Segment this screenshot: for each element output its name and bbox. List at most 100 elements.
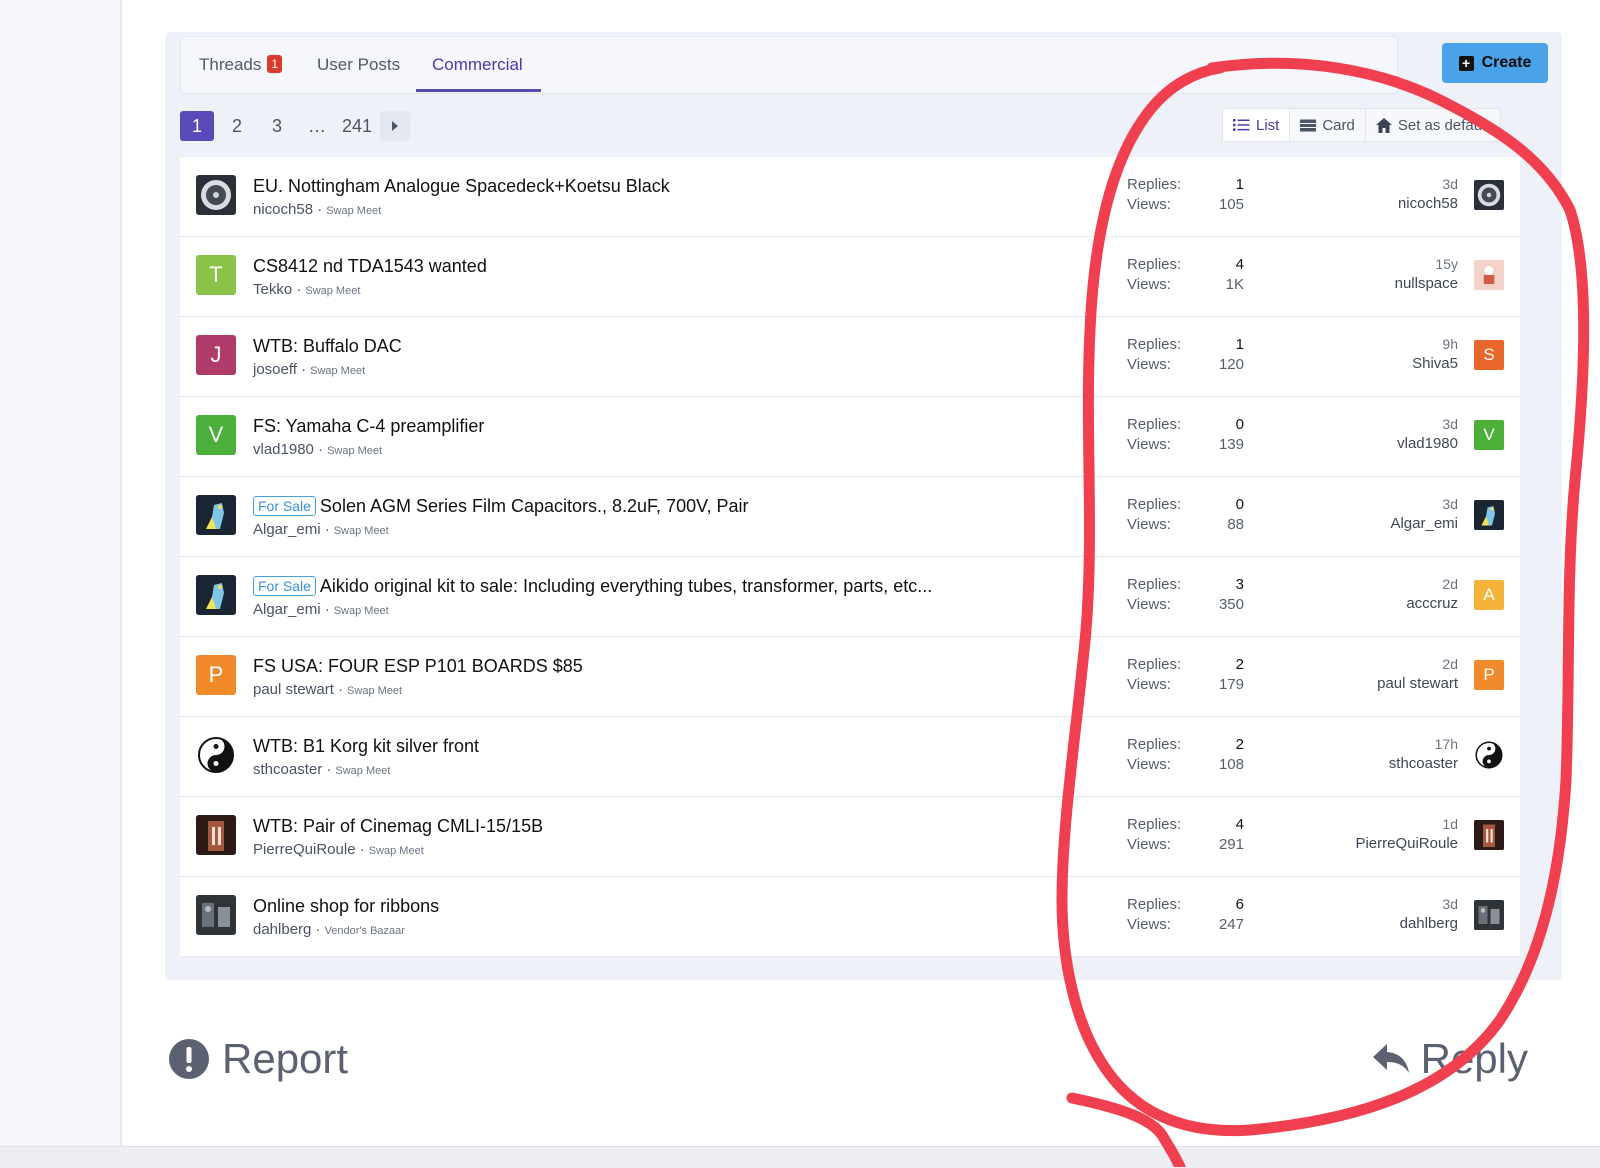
- thread-author[interactable]: josoeff: [253, 361, 297, 378]
- last-poster-avatar[interactable]: [1474, 740, 1504, 770]
- for-sale-tag[interactable]: For Sale: [253, 496, 316, 516]
- next-page-button[interactable]: [380, 111, 411, 141]
- last-poster-name[interactable]: paul stewart: [1377, 675, 1458, 692]
- parrot-photo-image: [1474, 500, 1504, 530]
- thread-author[interactable]: PierreQuiRoule: [253, 841, 356, 858]
- last-poster-avatar[interactable]: S: [1474, 340, 1504, 370]
- last-poster-name[interactable]: vlad1980: [1397, 435, 1458, 452]
- thread-forum[interactable]: Swap Meet: [305, 285, 360, 297]
- last-post-time[interactable]: 15y: [1435, 256, 1458, 272]
- thread-title[interactable]: For Sale Solen AGM Series Film Capacitors…: [253, 496, 748, 517]
- tab-threads[interactable]: Threads 1: [199, 55, 283, 75]
- thread-title[interactable]: WTB: Buffalo DAC: [253, 336, 402, 357]
- last-poster-avatar[interactable]: A: [1474, 580, 1504, 610]
- list-icon: [1233, 119, 1250, 131]
- last-post-time[interactable]: 3d: [1442, 416, 1458, 432]
- thread-author[interactable]: dahlberg: [253, 921, 311, 938]
- thread-title[interactable]: WTB: B1 Korg kit silver front: [253, 736, 479, 757]
- thread-title[interactable]: FS: Yamaha C-4 preamplifier: [253, 416, 484, 437]
- thread-title[interactable]: CS8412 nd TDA1543 wanted: [253, 256, 487, 277]
- equipment-photo-image: [196, 895, 236, 935]
- author-avatar[interactable]: J: [196, 335, 236, 375]
- thread-title-text: Online shop for ribbons: [253, 896, 440, 916]
- author-avatar[interactable]: P: [196, 655, 236, 695]
- thread-forum[interactable]: Swap Meet: [369, 845, 424, 857]
- create-button[interactable]: + Create: [1442, 43, 1548, 83]
- last-poster-name[interactable]: dahlberg: [1400, 915, 1458, 932]
- for-sale-tag[interactable]: For Sale: [253, 576, 316, 596]
- last-poster-name[interactable]: nicoch58: [1398, 195, 1458, 212]
- thread-author[interactable]: paul stewart: [253, 681, 334, 698]
- last-poster-name[interactable]: Algar_emi: [1390, 515, 1458, 532]
- replies-count: 2: [1235, 736, 1244, 753]
- thread-forum[interactable]: Swap Meet: [334, 605, 389, 617]
- last-poster-avatar[interactable]: P: [1474, 660, 1504, 690]
- thread-forum[interactable]: Swap Meet: [335, 765, 390, 777]
- last-poster-avatar[interactable]: [1474, 900, 1504, 930]
- report-button[interactable]: Report: [168, 1035, 348, 1083]
- last-poster-avatar[interactable]: [1474, 260, 1504, 290]
- create-button-label: Create: [1481, 54, 1532, 71]
- last-poster-name[interactable]: PierreQuiRoule: [1355, 835, 1458, 852]
- page-last-button[interactable]: 241: [340, 111, 374, 141]
- last-post-time[interactable]: 2d: [1442, 656, 1458, 672]
- thread-title-text: CS8412 nd TDA1543 wanted: [253, 256, 487, 276]
- author-avatar[interactable]: [196, 495, 236, 535]
- last-poster-avatar[interactable]: [1474, 180, 1504, 210]
- report-label: Report: [222, 1035, 349, 1082]
- thread-forum[interactable]: Swap Meet: [334, 525, 389, 537]
- last-poster-name[interactable]: nullspace: [1395, 275, 1458, 292]
- thread-forum[interactable]: Vendor's Bazaar: [325, 925, 405, 937]
- page-2-button[interactable]: 2: [220, 111, 254, 141]
- thread-title[interactable]: WTB: Pair of Cinemag CMLI-15/15B: [253, 816, 543, 837]
- thread-meta: PierreQuiRoule · Swap Meet: [253, 841, 424, 858]
- last-post-time[interactable]: 2d: [1442, 576, 1458, 592]
- set-default-button[interactable]: Set as default: [1366, 109, 1500, 141]
- replies-count: 2: [1235, 656, 1244, 673]
- last-post-time[interactable]: 3d: [1442, 176, 1458, 192]
- thread-title[interactable]: EU. Nottingham Analogue Spacedeck+Koetsu…: [253, 176, 670, 197]
- thread-title[interactable]: Online shop for ribbons: [253, 896, 439, 917]
- card-view-button[interactable]: Card: [1290, 109, 1366, 141]
- author-avatar[interactable]: T: [196, 255, 236, 295]
- last-poster-name[interactable]: Shiva5: [1412, 355, 1458, 372]
- last-post-time[interactable]: 1d: [1442, 816, 1458, 832]
- thread-forum[interactable]: Swap Meet: [327, 445, 382, 457]
- thread-author[interactable]: nicoch58: [253, 201, 313, 218]
- thread-forum[interactable]: Swap Meet: [326, 205, 381, 217]
- page-3-button[interactable]: 3: [260, 111, 294, 141]
- last-poster-name[interactable]: acccruz: [1406, 595, 1458, 612]
- last-poster-avatar[interactable]: V: [1474, 420, 1504, 450]
- last-post-time[interactable]: 17h: [1435, 736, 1458, 752]
- thread-author[interactable]: Tekko: [253, 281, 292, 298]
- thread-title[interactable]: FS USA: FOUR ESP P101 BOARDS $85: [253, 656, 583, 677]
- author-avatar[interactable]: [196, 735, 236, 775]
- list-view-button[interactable]: List: [1223, 109, 1291, 141]
- tab-commercial[interactable]: Commercial: [432, 55, 523, 75]
- author-avatar[interactable]: [196, 815, 236, 855]
- reply-button[interactable]: Reply: [1371, 1035, 1528, 1083]
- author-avatar[interactable]: [196, 575, 236, 615]
- last-post-time[interactable]: 3d: [1442, 496, 1458, 512]
- last-poster-avatar[interactable]: [1474, 500, 1504, 530]
- thread-author[interactable]: vlad1980: [253, 441, 314, 458]
- thread-title[interactable]: For Sale Aikido original kit to sale: Inc…: [253, 576, 932, 597]
- turntable-photo-image: [201, 180, 231, 210]
- last-poster-avatar[interactable]: [1474, 820, 1504, 850]
- author-avatar[interactable]: V: [196, 415, 236, 455]
- tab-user-posts[interactable]: User Posts: [317, 55, 400, 75]
- thread-forum[interactable]: Swap Meet: [310, 365, 365, 377]
- last-post-time[interactable]: 3d: [1442, 896, 1458, 912]
- thread-title-text: FS USA: FOUR ESP P101 BOARDS $85: [253, 656, 583, 676]
- last-poster-name[interactable]: sthcoaster: [1389, 755, 1458, 772]
- page-1-button[interactable]: 1: [180, 111, 214, 141]
- thread-author[interactable]: Algar_emi: [253, 601, 321, 618]
- last-post-time[interactable]: 9h: [1442, 336, 1458, 352]
- thread-forum[interactable]: Swap Meet: [347, 685, 402, 697]
- author-avatar[interactable]: [196, 175, 236, 215]
- author-avatar[interactable]: [196, 895, 236, 935]
- thread-panel: Threads 1 User Posts Commercial + Create …: [165, 32, 1562, 980]
- thread-author[interactable]: sthcoaster: [253, 761, 322, 778]
- thread-row: P FS USA: FOUR ESP P101 BOARDS $85 paul …: [180, 637, 1520, 717]
- thread-author[interactable]: Algar_emi: [253, 521, 321, 538]
